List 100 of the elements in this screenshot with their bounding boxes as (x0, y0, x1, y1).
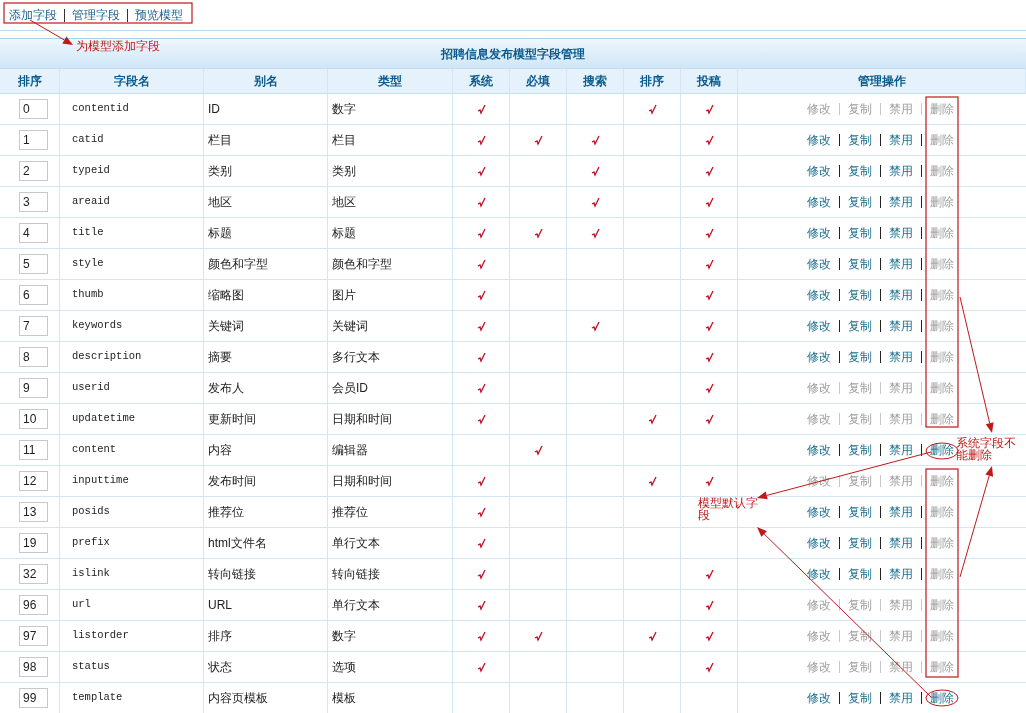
column-header: 类型 (378, 73, 402, 90)
table-cell-text: 模板 (332, 690, 356, 707)
field-name: title (72, 225, 104, 241)
order-input[interactable]: 96 (19, 595, 48, 615)
action-link[interactable]: 复制 (848, 534, 872, 552)
field-name: catid (72, 132, 104, 148)
order-input[interactable]: 7 (19, 316, 48, 336)
field-name: updatetime (72, 411, 135, 427)
order-input[interactable]: 98 (19, 657, 48, 677)
action-link[interactable]: 禁用 (889, 224, 913, 242)
action-link[interactable]: 修改 (807, 131, 831, 149)
order-input[interactable]: 4 (19, 223, 48, 243)
annotation-text: 为模型添加字段 (76, 38, 161, 55)
order-input[interactable]: 97 (19, 626, 48, 646)
action-link[interactable]: 修改 (807, 689, 831, 707)
action-link[interactable]: 修改 (807, 255, 831, 273)
action-link[interactable]: 修改 (807, 317, 831, 335)
table-cell-text: html文件名 (208, 535, 267, 552)
action-link[interactable]: 复制 (848, 162, 872, 180)
action-link[interactable]: 复制 (848, 565, 872, 583)
field-name: userid (72, 380, 110, 396)
order-input[interactable]: 13 (19, 502, 48, 522)
action-link[interactable]: 删除 (930, 689, 954, 707)
action-link[interactable]: 复制 (848, 193, 872, 211)
table-cell-text: URL (208, 597, 232, 614)
field-name: listorder (72, 628, 129, 644)
action-link[interactable]: 修改 (807, 503, 831, 521)
action-link[interactable]: 复制 (848, 348, 872, 366)
action-link[interactable]: 复制 (848, 317, 872, 335)
action-link[interactable]: 修改 (807, 224, 831, 242)
action-link[interactable]: 禁用 (889, 286, 913, 304)
action-link[interactable]: 修改 (807, 193, 831, 211)
order-input[interactable]: 5 (19, 254, 48, 274)
action-link[interactable]: 修改 (807, 441, 831, 459)
field-name: status (72, 659, 110, 675)
action-link[interactable]: 禁用 (889, 441, 913, 459)
order-input[interactable]: 10 (19, 409, 48, 429)
table-cell-text: 颜色和字型 (208, 256, 268, 273)
order-input[interactable]: 6 (19, 285, 48, 305)
order-input[interactable]: 12 (19, 471, 48, 491)
order-input[interactable]: 1 (19, 130, 48, 150)
order-input[interactable]: 11 (19, 440, 48, 460)
action-link[interactable]: 禁用 (889, 565, 913, 583)
field-name: typeid (72, 163, 110, 179)
order-input[interactable]: 8 (19, 347, 48, 367)
table-cell-text: 状态 (208, 659, 232, 676)
order-input[interactable]: 0 (19, 99, 48, 119)
table-cell-text: 类别 (332, 163, 356, 180)
table-cell-text: 关键词 (332, 318, 368, 335)
table-cell-text: 单行文本 (332, 597, 380, 614)
table-cell-text: 发布时间 (208, 473, 256, 490)
field-name: template (72, 690, 123, 706)
action-link[interactable]: 禁用 (889, 131, 913, 149)
action-link[interactable]: 复制 (848, 131, 872, 149)
field-name: contentid (72, 101, 129, 117)
table-cell-text: 编辑器 (332, 442, 368, 459)
action-link[interactable]: 修改 (807, 534, 831, 552)
field-name: inputtime (72, 473, 129, 489)
action-link[interactable]: 复制 (848, 224, 872, 242)
table-cell-text: 标题 (208, 225, 232, 242)
action-link[interactable]: 删除 (930, 441, 954, 459)
table-cell-text: 推荐位 (208, 504, 244, 521)
table-cell-text: 多行文本 (332, 349, 380, 366)
field-name: content (72, 442, 117, 458)
order-input[interactable]: 9 (19, 378, 48, 398)
column-header: 管理操作 (857, 73, 906, 90)
table-cell-text: 内容页模板 (208, 690, 268, 707)
order-input[interactable]: 99 (19, 688, 48, 708)
action-link[interactable]: 禁用 (889, 162, 913, 180)
table-cell-text: 单行文本 (332, 535, 380, 552)
column-header: 别名 (253, 73, 278, 90)
field-name: posids (72, 504, 110, 520)
action-link[interactable]: 禁用 (889, 534, 913, 552)
action-link[interactable]: 禁用 (889, 317, 913, 335)
action-link[interactable]: 修改 (807, 286, 831, 304)
action-link[interactable]: 禁用 (889, 348, 913, 366)
table-cell-text: 发布人 (208, 380, 244, 397)
table-cell-text: 摘要 (208, 349, 232, 366)
action-link[interactable]: 禁用 (889, 689, 913, 707)
table-cell-text: 类别 (208, 163, 232, 180)
order-input[interactable]: 2 (19, 161, 48, 181)
nav-link[interactable]: 管理字段 (72, 6, 120, 24)
action-link[interactable]: 禁用 (889, 193, 913, 211)
field-name: islink (72, 566, 110, 582)
nav-link[interactable]: 预览模型 (135, 6, 183, 24)
action-link[interactable]: 复制 (848, 503, 872, 521)
action-link[interactable]: 修改 (807, 565, 831, 583)
column-header: 字段名 (113, 73, 150, 90)
action-link[interactable]: 复制 (848, 255, 872, 273)
action-link[interactable]: 复制 (848, 689, 872, 707)
order-input[interactable]: 19 (19, 533, 48, 553)
action-link[interactable]: 修改 (807, 348, 831, 366)
action-link[interactable]: 禁用 (889, 503, 913, 521)
action-link[interactable]: 复制 (848, 286, 872, 304)
action-link[interactable]: 修改 (807, 162, 831, 180)
nav-link[interactable]: 添加字段 (9, 6, 57, 24)
order-input[interactable]: 32 (19, 564, 48, 584)
action-link[interactable]: 复制 (848, 441, 872, 459)
action-link[interactable]: 禁用 (889, 255, 913, 273)
order-input[interactable]: 3 (19, 192, 48, 212)
